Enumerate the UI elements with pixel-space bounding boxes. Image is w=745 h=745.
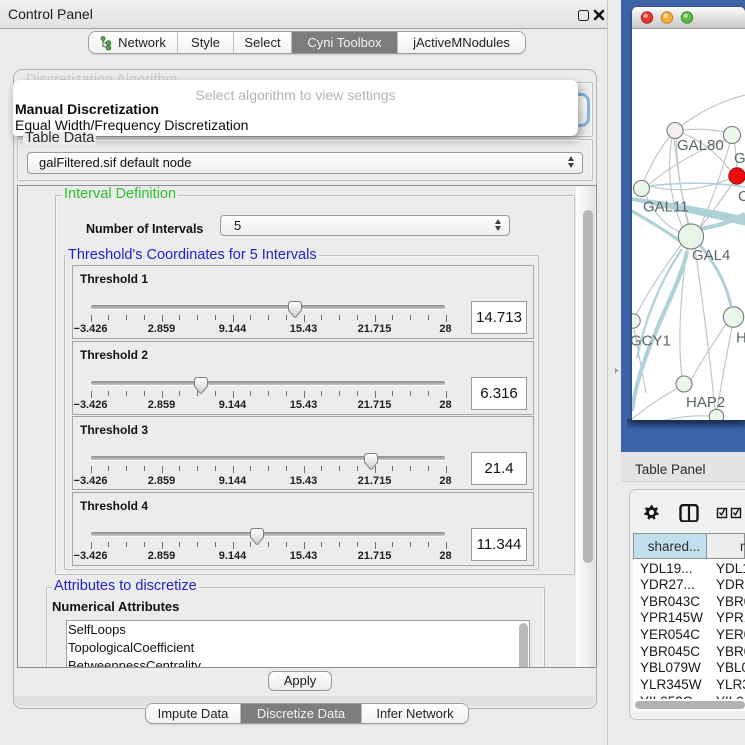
svg-text:C: C — [738, 188, 745, 205]
svg-text:GAL80: GAL80 — [677, 137, 724, 154]
svg-text:GCY1: GCY1 — [632, 333, 671, 350]
svg-text:GA: GA — [734, 150, 745, 167]
svg-text:GAL11: GAL11 — [643, 199, 689, 216]
svg-text:H: H — [736, 330, 745, 347]
svg-text:HAP2: HAP2 — [686, 394, 725, 411]
svg-text:GAL4: GAL4 — [692, 247, 730, 264]
